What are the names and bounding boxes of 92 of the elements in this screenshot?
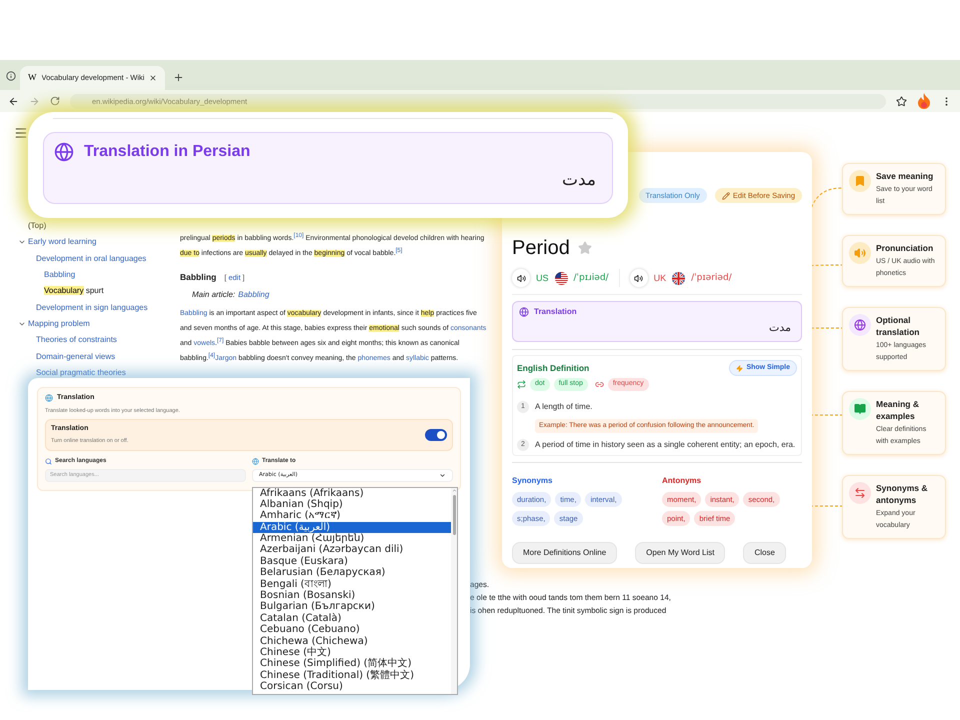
word-title: Period xyxy=(512,236,570,262)
highlighted-word: Vocabulary xyxy=(44,286,84,296)
translation-switch[interactable] xyxy=(425,428,447,441)
main-article-link[interactable]: Babbling xyxy=(238,288,270,301)
feature-title: Save meaning xyxy=(876,170,934,182)
speaker-icon xyxy=(854,247,866,259)
play-audio-button[interactable] xyxy=(512,269,530,288)
scrollbar[interactable] xyxy=(451,488,457,694)
language-option[interactable]: Corsican (Corsu) xyxy=(253,681,451,693)
sidebar-link[interactable]: Development in sign languages xyxy=(36,302,148,314)
citation-link[interactable]: [7] xyxy=(216,338,224,344)
close-icon[interactable] xyxy=(149,74,157,82)
language-option[interactable]: Bosnian (Bosanski) xyxy=(253,590,451,602)
phonetic-text: /ˈpɪəriəd/ xyxy=(691,272,732,284)
pencil-icon xyxy=(722,192,730,200)
globe-icon xyxy=(45,394,53,402)
speaker-icon xyxy=(634,274,644,283)
translation-text: مدت xyxy=(768,320,791,336)
lightning-icon xyxy=(736,364,744,372)
sidebar-link[interactable]: Development in oral languages xyxy=(36,252,146,265)
language-option[interactable]: Chinese (中文) xyxy=(253,646,451,658)
region-label: UK xyxy=(654,272,666,284)
speaker-icon xyxy=(516,274,526,283)
language-option[interactable]: Belarusian (Беларуская) xyxy=(253,567,451,579)
feature-title: Synonyms & antonyms xyxy=(876,482,928,506)
citation-link[interactable]: [5] xyxy=(396,248,402,254)
antonyms-heading: Antonyms xyxy=(662,474,702,487)
language-option[interactable]: Amharic (አማርኛ) xyxy=(253,510,451,522)
globe-icon xyxy=(854,319,866,331)
phonetic-text: /ˈpɪɹiəd/ xyxy=(574,272,609,284)
caret-icon xyxy=(439,472,446,478)
action-button[interactable]: Close xyxy=(743,542,786,564)
language-option[interactable]: Bengali (বাংলা) xyxy=(253,578,451,590)
flag-icon xyxy=(672,272,686,285)
globe-icon xyxy=(54,142,74,162)
definition-heading: English Definition xyxy=(517,362,590,374)
search-icon xyxy=(45,458,52,464)
flame-icon[interactable] xyxy=(917,93,931,109)
feature-title: Pronunciation xyxy=(876,242,934,254)
sidebar-link[interactable]: Vocabulary spurt xyxy=(44,285,104,298)
favicon: W xyxy=(28,71,36,84)
globe-icon xyxy=(252,458,259,464)
bookmark-star-icon[interactable] xyxy=(896,96,907,106)
persian-text: مدت xyxy=(562,169,596,192)
language-option[interactable]: Albanian (Shqip) xyxy=(253,498,451,510)
language-option[interactable]: Chinese (Traditional) (繁體中文) xyxy=(253,670,451,682)
reload-icon[interactable] xyxy=(50,96,60,106)
definition-text: A length of time. xyxy=(535,400,592,413)
sidebar-link[interactable]: (Top) xyxy=(28,220,46,232)
language-option[interactable]: Chichewa (Chichewa) xyxy=(253,636,451,647)
repeat-icon xyxy=(517,380,526,389)
section-heading: Babbling xyxy=(180,271,216,284)
hatnote-label: Main article: xyxy=(192,288,236,301)
sidebar-link[interactable]: Early word learning xyxy=(28,236,96,248)
citation-link[interactable]: [10] xyxy=(294,233,304,239)
link-icon xyxy=(594,380,604,389)
play-audio-button[interactable] xyxy=(630,269,648,288)
flag-icon xyxy=(554,272,568,285)
definition-text: A period of time in history seen as a single coherent entity; an epoch, era. xyxy=(535,438,796,451)
synonyms-heading: Synonyms xyxy=(512,474,554,487)
language-option[interactable]: Basque (Euskara) xyxy=(253,556,451,568)
callout-title: Translation in Persian xyxy=(84,142,250,162)
language-option[interactable]: Arabic (العربية) xyxy=(253,522,451,534)
back-icon[interactable] xyxy=(8,96,19,106)
translation-label: Translation xyxy=(534,306,577,318)
bookmark-icon xyxy=(854,175,866,187)
sidebar-link[interactable]: Domain-general views xyxy=(36,350,116,363)
language-option[interactable]: Catalan (Català) xyxy=(253,612,451,624)
citation-link[interactable]: [4] xyxy=(208,352,216,359)
new-tab-icon[interactable] xyxy=(173,72,184,83)
feature-title: Optional translation xyxy=(876,314,920,338)
scroll-up-icon[interactable] xyxy=(452,488,456,492)
sidebar-link[interactable]: Theories of constraints xyxy=(36,334,117,346)
region-label: US xyxy=(536,272,549,284)
feature-title: Meaning & examples xyxy=(876,398,920,422)
language-option[interactable]: Bulgarian (Български) xyxy=(253,601,451,613)
globe-icon xyxy=(519,307,529,318)
sidebar-link[interactable]: Mapping problem xyxy=(28,318,90,330)
language-option[interactable]: Armenian (Հայերեն) xyxy=(253,533,451,544)
language-option[interactable]: Cebuano (Cebuano) xyxy=(253,624,451,636)
star-icon[interactable] xyxy=(578,241,592,256)
action-button[interactable]: More Definitions Online xyxy=(512,542,618,564)
menu-icon[interactable] xyxy=(14,126,28,140)
action-button[interactable]: Open My Word List xyxy=(635,542,726,564)
language-option[interactable]: Azerbaijani (Azərbaycan dili) xyxy=(253,544,451,556)
sidebar-link[interactable]: Social pragmatic theories xyxy=(36,366,126,379)
language-option[interactable]: Afrikaans (Afrikaans) xyxy=(253,488,451,499)
sidebar-link[interactable]: Babbling xyxy=(44,269,76,282)
swap-arrows-icon xyxy=(854,487,866,499)
book-icon xyxy=(854,403,866,415)
language-option[interactable]: Chinese (Simplified) (简体中文) xyxy=(253,658,451,670)
page-info-icon[interactable] xyxy=(6,71,16,81)
